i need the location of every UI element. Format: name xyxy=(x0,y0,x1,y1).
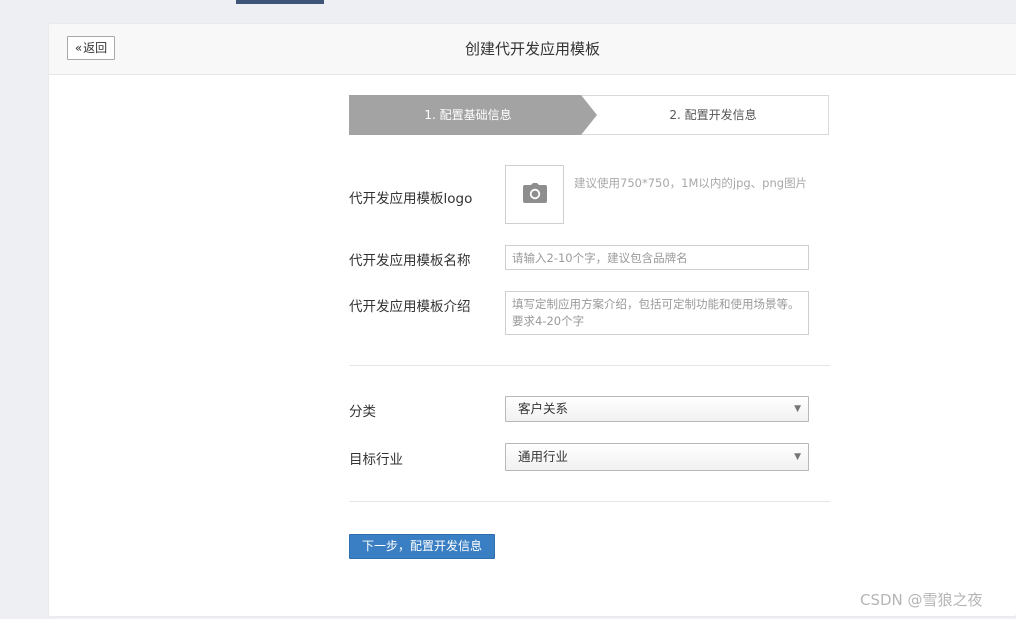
name-label: 代开发应用模板名称 xyxy=(349,253,471,269)
divider xyxy=(349,365,830,366)
step-1-label: 1. 配置基础信息 xyxy=(424,108,512,122)
name-input[interactable] xyxy=(505,245,809,270)
step-indicator: 2. 配置开发信息 1. 配置基础信息 xyxy=(349,95,829,135)
industry-select[interactable]: 通用行业 ▼ xyxy=(505,443,809,471)
watermark: CSDN @雪狼之夜 xyxy=(860,591,983,609)
active-tab-indicator xyxy=(236,0,324,4)
camera-icon xyxy=(523,183,547,203)
card-header: «返回 创建代开发应用模板 xyxy=(49,24,1016,75)
intro-label: 代开发应用模板介绍 xyxy=(349,299,471,315)
industry-label: 目标行业 xyxy=(349,452,403,468)
next-step-button[interactable]: 下一步，配置开发信息 xyxy=(349,534,495,559)
intro-textarea[interactable] xyxy=(505,291,809,335)
industry-select-value: 通用行业 xyxy=(518,449,569,464)
caret-down-icon: ▼ xyxy=(794,404,801,414)
top-bar xyxy=(0,0,1016,24)
logo-label: 代开发应用模板logo xyxy=(349,191,473,207)
step-1: 1. 配置基础信息 xyxy=(349,95,597,135)
category-select[interactable]: 客户关系 ▼ xyxy=(505,396,809,422)
category-select-value: 客户关系 xyxy=(518,401,569,416)
logo-upload[interactable] xyxy=(505,165,564,224)
step-2-label: 2. 配置开发信息 xyxy=(669,108,757,122)
category-label: 分类 xyxy=(349,404,376,420)
logo-hint: 建议使用750*750，1M以内的jpg、png图片 xyxy=(574,176,808,190)
page-title: 创建代开发应用模板 xyxy=(464,40,600,58)
main-card: «返回 创建代开发应用模板 2. 配置开发信息 1. 配置基础信息 代开发应用模… xyxy=(49,24,1016,616)
divider xyxy=(349,501,830,502)
caret-down-icon: ▼ xyxy=(794,452,801,462)
